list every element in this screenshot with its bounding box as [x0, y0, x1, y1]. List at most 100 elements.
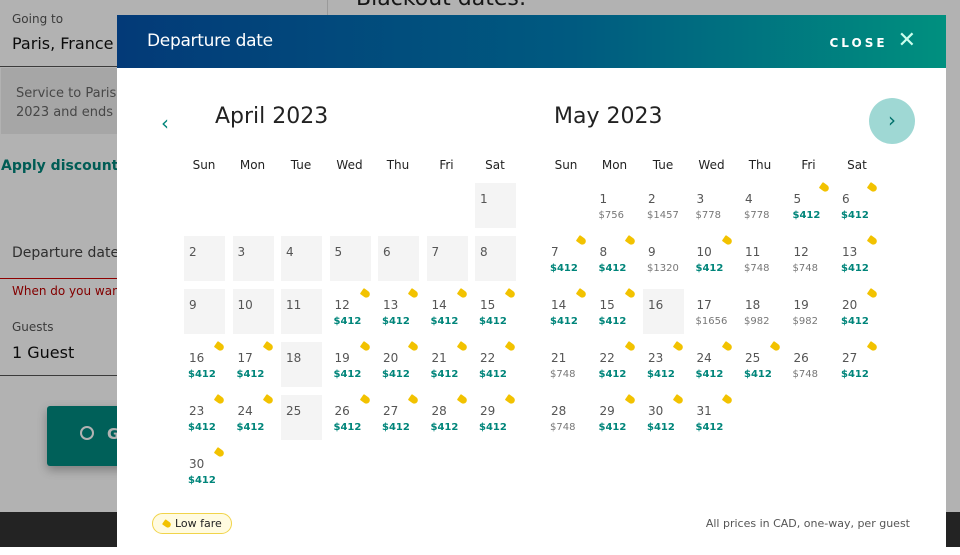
day-price: $412: [695, 422, 724, 433]
calendar-day[interactable]: 28 $412: [427, 394, 468, 440]
weekday-header: Wed: [336, 158, 363, 172]
day-price: $412: [188, 475, 216, 486]
calendar-day[interactable]: 30 $412: [184, 447, 226, 493]
calendar-day[interactable]: 19 $412: [330, 341, 371, 387]
low-fare-tag-icon: [456, 394, 468, 405]
calendar-day[interactable]: 9 $1320: [643, 236, 684, 281]
low-fare-tag-icon: [407, 394, 420, 405]
previous-month-button[interactable]: ‹: [161, 111, 169, 135]
calendar-day[interactable]: 26 $412: [330, 394, 371, 440]
calendar-day[interactable]: 24 $412: [233, 394, 274, 440]
calendar-day[interactable]: 31 $412: [692, 394, 733, 440]
calendar-day[interactable]: 8 $412: [595, 235, 636, 281]
calendar-day[interactable]: 20 $412: [378, 341, 420, 387]
day-number: 23: [189, 404, 205, 418]
calendar-day[interactable]: 12 $748: [789, 236, 830, 281]
day-price: $412: [479, 316, 507, 327]
calendar-day[interactable]: 29 $412: [475, 394, 517, 440]
calendar-day[interactable]: 7 $412: [546, 235, 588, 281]
day-number: 6: [842, 192, 850, 206]
day-price: $412: [744, 369, 772, 380]
day-price: $412: [647, 422, 675, 433]
calendar-day[interactable]: 17 $1656: [692, 289, 733, 334]
calendar-day[interactable]: 14 $412: [427, 288, 468, 334]
close-button[interactable]: CLOSE ✕: [829, 28, 916, 53]
low-fare-tag-icon: [456, 288, 468, 299]
weekday-header: Sun: [192, 158, 216, 172]
low-fare-tag-icon: [624, 288, 636, 299]
calendar-day[interactable]: 14 $412: [546, 288, 588, 334]
day-number: 14: [551, 298, 567, 312]
day-price: $412: [598, 422, 627, 433]
calendar-day-unavailable: 3: [232, 236, 274, 281]
day-number: 29: [599, 404, 615, 418]
day-price: $412: [841, 210, 869, 221]
calendar-day[interactable]: 18 $982: [740, 289, 781, 334]
calendar-day[interactable]: 24 $412: [692, 341, 733, 387]
day-number: 13: [383, 298, 399, 312]
calendar-day[interactable]: 22 $412: [595, 341, 636, 387]
calendar-day[interactable]: 12 $412: [330, 288, 371, 334]
calendar-day[interactable]: 10 $412: [692, 235, 733, 281]
day-price: $412: [382, 422, 410, 433]
calendar-day[interactable]: 1 $756: [595, 183, 636, 228]
low-fare-tag-icon: [624, 394, 636, 405]
calendar-day[interactable]: 2 $1457: [643, 183, 684, 228]
next-month-button[interactable]: ›: [869, 98, 915, 144]
calendar-day[interactable]: 21 $412: [427, 341, 468, 387]
calendar-day[interactable]: 6 $412: [837, 182, 879, 228]
calendar-day[interactable]: 13 $412: [837, 235, 879, 281]
day-number: 2: [648, 192, 656, 206]
day-price: $412: [598, 369, 627, 380]
calendar-day[interactable]: 4 $778: [740, 183, 781, 228]
calendar-day[interactable]: 21 $748: [546, 342, 587, 387]
low-fare-tag-icon: [456, 341, 468, 352]
month-title-may: May 2023: [554, 104, 663, 129]
day-price: $748: [550, 369, 576, 380]
calendar-day[interactable]: 26 $748: [789, 342, 830, 387]
calendar-day[interactable]: 23 $412: [184, 394, 226, 440]
day-price: $1656: [695, 316, 728, 327]
day-price: $412: [333, 316, 362, 327]
low-fare-tag-icon: [213, 447, 226, 458]
calendar-day-unavailable: 1: [475, 183, 516, 228]
calendar-day[interactable]: 13 $412: [378, 288, 420, 334]
day-number: 18: [286, 351, 302, 365]
calendar-day[interactable]: 16 $412: [184, 341, 226, 387]
calendar-day[interactable]: 30 $412: [643, 394, 685, 440]
day-price: $748: [744, 263, 770, 274]
calendar-day[interactable]: 15 $412: [475, 288, 517, 334]
calendar-day[interactable]: 20 $412: [837, 288, 879, 334]
low-fare-tag-icon: [624, 341, 636, 352]
calendar-day[interactable]: 28 $748: [546, 395, 587, 440]
day-price: $412: [430, 369, 459, 380]
calendar-day[interactable]: 27 $412: [378, 394, 420, 440]
day-price: $1457: [647, 210, 679, 221]
day-price: $412: [430, 316, 459, 327]
low-fare-tag-icon: [866, 235, 879, 246]
calendar-day-unavailable: 2: [184, 236, 225, 281]
calendar-day[interactable]: 11 $748: [740, 236, 781, 281]
day-price: $412: [550, 316, 578, 327]
calendar-day[interactable]: 25 $412: [740, 341, 782, 387]
day-price: $412: [647, 369, 675, 380]
price-tag-icon: [162, 518, 172, 529]
weekday-header: Thu: [748, 158, 772, 172]
calendar-day[interactable]: 3 $778: [692, 183, 733, 228]
day-number: 24: [696, 351, 712, 365]
day-price: $412: [841, 369, 869, 380]
day-price: $412: [236, 422, 265, 433]
day-number: 28: [431, 404, 447, 418]
calendar-day[interactable]: 19 $982: [789, 289, 830, 334]
calendar-day[interactable]: 5 $412: [789, 182, 830, 228]
calendar-day[interactable]: 22 $412: [475, 341, 517, 387]
calendar-day[interactable]: 17 $412: [233, 341, 274, 387]
day-number: 30: [648, 404, 664, 418]
calendar-day[interactable]: 29 $412: [595, 394, 636, 440]
calendar-day[interactable]: 23 $412: [643, 341, 685, 387]
weekday-header: Fri: [439, 158, 454, 172]
calendar-day[interactable]: 27 $412: [837, 341, 879, 387]
day-number: 7: [431, 245, 440, 259]
low-fare-tag-icon: [213, 394, 226, 405]
calendar-day[interactable]: 15 $412: [595, 288, 636, 334]
